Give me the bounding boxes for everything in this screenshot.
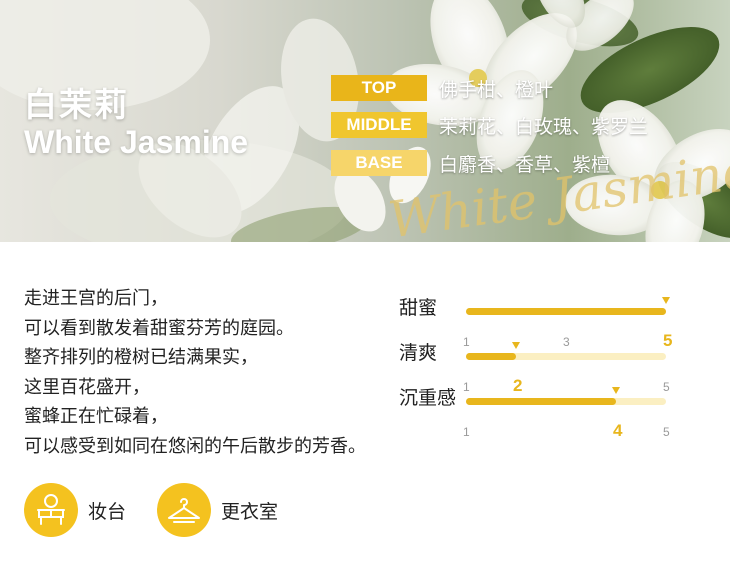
rating-label: 清爽 bbox=[399, 342, 438, 364]
dressing-table-icon bbox=[24, 483, 78, 537]
scene-dressing-room: 更衣室 bbox=[157, 483, 278, 537]
note-value-top: 佛手柑、橙叶 bbox=[439, 78, 554, 101]
description-line: 整齐排列的橙树已结满果实， bbox=[24, 347, 258, 368]
rating-track: 1 2 5 bbox=[463, 342, 670, 395]
rating-marker-icon bbox=[512, 342, 520, 349]
scene-label: 妆台 bbox=[88, 500, 127, 523]
description-line: 可以看到散发着甜蜜芬芳的庭园。 bbox=[24, 317, 294, 339]
scene-label: 更衣室 bbox=[221, 500, 279, 523]
note-row-middle: MIDDLE 茉莉花、白玫瑰、紫罗兰 bbox=[331, 112, 648, 138]
rating-fill bbox=[466, 308, 666, 315]
description-line: 蜜蜂正在忙碌着， bbox=[24, 406, 168, 427]
rating-marker-icon bbox=[662, 297, 670, 304]
rating-fill bbox=[466, 353, 516, 360]
note-row-top: TOP 佛手柑、橙叶 bbox=[331, 75, 553, 101]
product-title-en: White Jasmine bbox=[24, 124, 249, 160]
rating-tick: 5 bbox=[663, 425, 670, 439]
rating-marker-icon bbox=[612, 387, 620, 394]
rating-sweet: 甜蜜 1 3 5 bbox=[399, 293, 672, 350]
note-tag-middle: MIDDLE bbox=[331, 112, 427, 138]
product-title-cn: 白茉莉 bbox=[24, 85, 129, 124]
rating-tick: 1 bbox=[463, 425, 470, 439]
rating-fill bbox=[466, 398, 616, 405]
scent-description: 走进王宫的后门， 可以看到散发着甜蜜芬芳的庭园。 整齐排列的橙树已结满果实， 这… bbox=[24, 284, 366, 461]
scene-dressing-table: 妆台 bbox=[24, 483, 126, 537]
description-line: 可以感受到如同在悠闲的午后散步的芳香。 bbox=[24, 435, 366, 457]
note-tag-base: BASE bbox=[331, 150, 427, 176]
rating-heavy: 沉重感 1 4 5 bbox=[399, 383, 670, 440]
rating-track: 1 3 5 bbox=[463, 297, 672, 350]
note-tag-top: TOP bbox=[331, 75, 427, 101]
rating-fresh: 清爽 1 2 5 bbox=[399, 338, 670, 395]
rating-track: 1 4 5 bbox=[463, 387, 670, 440]
description-line: 走进王宫的后门， bbox=[24, 288, 168, 309]
rating-label: 甜蜜 bbox=[399, 297, 438, 319]
rating-tick: 4 bbox=[613, 421, 623, 440]
description-line: 这里百花盛开， bbox=[24, 376, 150, 398]
rating-label: 沉重感 bbox=[399, 387, 457, 409]
clothes-hanger-icon bbox=[157, 483, 211, 537]
note-value-middle: 茉莉花、白玫瑰、紫罗兰 bbox=[439, 115, 649, 138]
